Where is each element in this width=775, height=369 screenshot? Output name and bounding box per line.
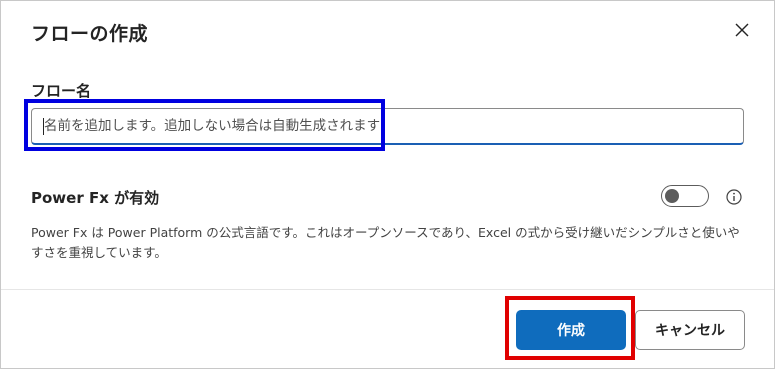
text-caret bbox=[43, 118, 44, 135]
toggle-knob bbox=[665, 189, 679, 203]
close-icon bbox=[735, 23, 749, 37]
info-icon[interactable] bbox=[726, 189, 742, 205]
close-button[interactable] bbox=[732, 20, 752, 40]
cancel-button[interactable]: キャンセル bbox=[635, 310, 745, 350]
dialog-title: フローの作成 bbox=[31, 23, 149, 45]
power-fx-description: Power Fx は Power Platform の公式言語です。これはオープ… bbox=[31, 225, 740, 260]
create-flow-dialog: フローの作成 フロー名 Power Fx が有効 Power Fx は Powe… bbox=[0, 0, 775, 369]
create-button[interactable]: 作成 bbox=[516, 310, 626, 350]
power-fx-label: Power Fx が有効 bbox=[31, 189, 160, 207]
flow-name-input[interactable] bbox=[31, 108, 744, 145]
power-fx-toggle[interactable] bbox=[661, 185, 709, 207]
footer-divider bbox=[1, 289, 774, 290]
flow-name-label: フロー名 bbox=[31, 82, 92, 100]
